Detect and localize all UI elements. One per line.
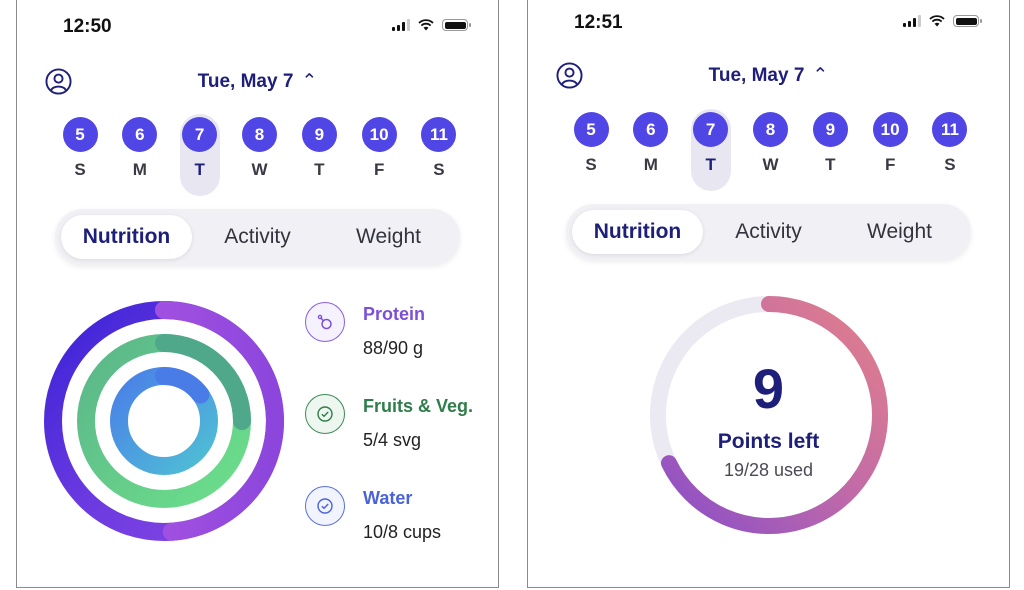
day-item-selected[interactable]: 7T	[688, 109, 734, 191]
day-letter: T	[194, 160, 205, 179]
wifi-icon	[418, 19, 434, 31]
day-number: 11	[932, 112, 968, 147]
day-item[interactable]: 9T	[807, 112, 853, 175]
legend-title: Fruits & Veg.	[363, 396, 474, 416]
day-number: 11	[421, 117, 457, 152]
points-screen: 12:51 Tue, May 7 ⌃ 5S 6M 7T 8W 9T 10 F 11 S…	[527, 0, 1010, 588]
day-number: 10	[361, 117, 397, 152]
legend-value: 10/8 cups	[363, 522, 442, 542]
status-time: 12:50	[63, 16, 112, 37]
week-strip: 5S 6M 7T 8W 9T 10 F 11 S	[568, 109, 973, 191]
day-item[interactable]: 8W	[236, 117, 282, 180]
legend-title: Water	[363, 488, 413, 508]
status-icons	[903, 15, 982, 27]
nutrition-rings	[44, 301, 284, 541]
cellular-signal-icon	[392, 19, 410, 31]
day-letter: F	[373, 160, 385, 179]
legend-value: 88/90 g	[363, 338, 424, 358]
day-item[interactable]: 6M	[628, 112, 674, 175]
day-item[interactable]: 11 S	[416, 117, 462, 180]
legend-value: 5/4 svg	[363, 430, 422, 450]
day-number: 6	[633, 112, 669, 147]
nutrition-screen: 12:50 Tue, May 7 ⌃ 5S 6M 7T 8W 9T 10 F 11 S…	[16, 0, 499, 588]
segmented-control: Nutrition Activity Weight	[55, 209, 460, 265]
legend-fruits-veg[interactable]: Fruits & Veg. 5/4 svg	[305, 392, 505, 452]
day-number: 9	[812, 112, 848, 147]
day-item[interactable]: 11 S	[927, 112, 973, 175]
points-used: 19/28 used	[723, 460, 814, 480]
tab-activity[interactable]: Activity	[192, 215, 323, 259]
day-letter: T	[314, 160, 325, 179]
day-letter: S	[74, 160, 86, 179]
day-item[interactable]: 10 F	[867, 112, 913, 175]
tab-weight[interactable]: Weight	[834, 210, 965, 254]
day-item[interactable]: 9T	[296, 117, 342, 180]
day-letter: T	[705, 155, 716, 174]
day-number: 7	[693, 112, 729, 147]
wifi-icon	[929, 15, 945, 27]
tab-weight[interactable]: Weight	[323, 215, 454, 259]
day-item-selected[interactable]: 7T	[177, 114, 223, 196]
day-letter: S	[433, 160, 445, 179]
day-letter: M	[132, 160, 147, 179]
day-number: 5	[573, 112, 609, 147]
day-number: 8	[241, 117, 277, 152]
day-letter: W	[762, 155, 779, 174]
day-letter: F	[884, 155, 896, 174]
check-circle-icon	[305, 486, 345, 526]
week-strip: 5S 6M 7T 8W 9T 10 F 11 S	[57, 114, 462, 196]
day-letter: S	[585, 155, 597, 174]
day-number: 6	[122, 117, 158, 152]
legend-title: Protein	[363, 304, 426, 324]
tab-nutrition[interactable]: Nutrition	[61, 215, 192, 259]
points-left-label: Points left	[717, 430, 820, 453]
points-left-value: 9	[752, 357, 785, 420]
day-number: 5	[62, 117, 98, 152]
tab-activity[interactable]: Activity	[703, 210, 834, 254]
date-selector[interactable]: Tue, May 7 ⌃	[528, 64, 1009, 87]
cellular-signal-icon	[903, 15, 921, 27]
battery-icon	[953, 15, 982, 27]
day-letter: M	[643, 155, 658, 174]
day-number: 10	[872, 112, 908, 147]
day-number: 8	[752, 112, 788, 147]
day-letter: W	[251, 160, 268, 179]
day-item[interactable]: 8W	[747, 112, 793, 175]
day-item[interactable]: 6M	[117, 117, 163, 180]
water-ring-overflow	[155, 367, 210, 404]
battery-icon	[442, 19, 471, 31]
status-time: 12:51	[574, 12, 623, 33]
status-icons	[392, 19, 471, 31]
day-item[interactable]: 5S	[57, 117, 103, 180]
legend-water[interactable]: Water 10/8 cups	[305, 484, 505, 544]
day-letter: T	[825, 155, 836, 174]
date-label: Tue, May 7	[197, 71, 294, 92]
chevron-up-icon: ⌃	[301, 71, 318, 92]
drumstick-icon	[305, 302, 345, 342]
day-letter: S	[944, 155, 956, 174]
legend-protein[interactable]: Protein 88/90 g	[305, 300, 505, 360]
day-item[interactable]: 10 F	[356, 117, 402, 180]
segmented-control: Nutrition Activity Weight	[566, 204, 971, 260]
tab-nutrition[interactable]: Nutrition	[572, 210, 703, 254]
date-selector[interactable]: Tue, May 7 ⌃	[17, 70, 498, 93]
date-label: Tue, May 7	[708, 65, 805, 86]
day-number: 7	[182, 117, 218, 152]
check-circle-icon	[305, 394, 345, 434]
day-number: 9	[301, 117, 337, 152]
day-item[interactable]: 5S	[568, 112, 614, 175]
chevron-up-icon: ⌃	[812, 65, 829, 86]
